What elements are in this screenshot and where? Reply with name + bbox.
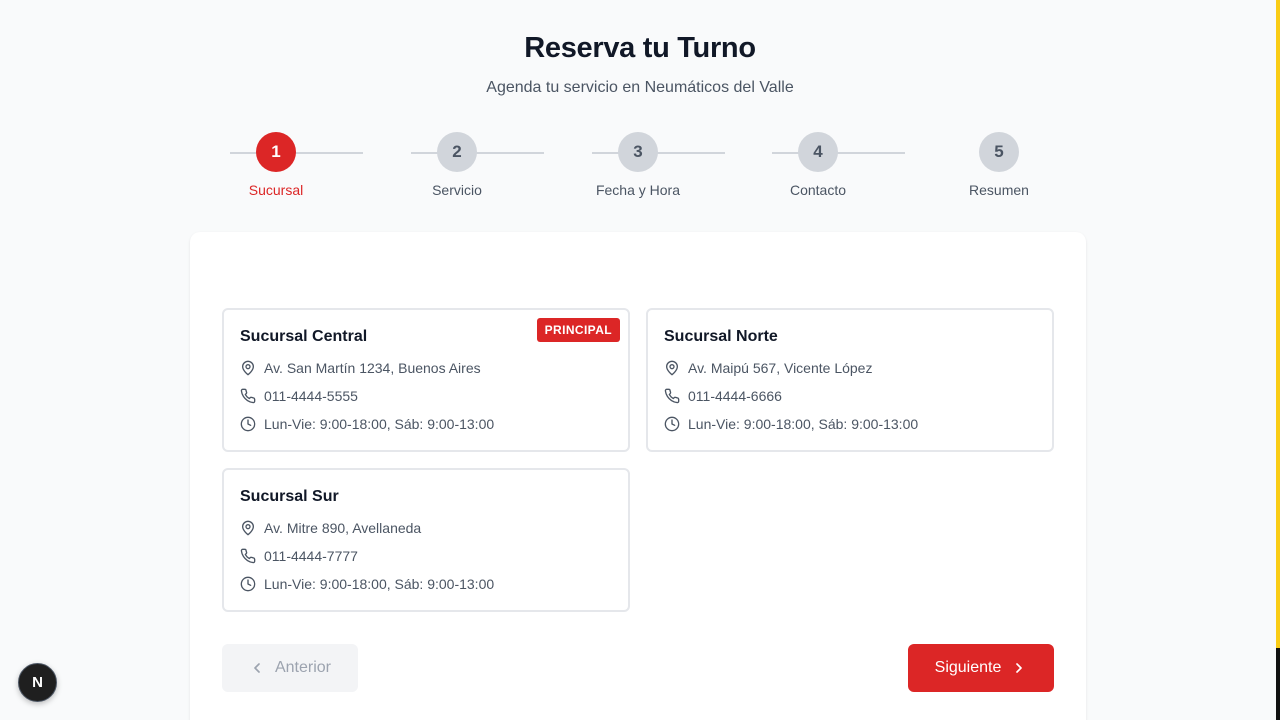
previous-button-label: Anterior xyxy=(274,659,332,676)
clock-icon xyxy=(240,416,256,432)
map-pin-icon xyxy=(242,520,254,536)
branch-hours: Lun-Vie: 9:00-18:00, Sáb: 9:00-13:00 xyxy=(688,416,919,432)
branch-card-sur[interactable]: Sucursal Sur Av. Mitre 890, Avellaneda 0… xyxy=(222,468,630,612)
branch-hours: Lun-Vie: 9:00-18:00, Sáb: 9:00-13:00 xyxy=(264,416,495,432)
step-number: 4 xyxy=(798,132,838,172)
step-connector xyxy=(592,152,725,154)
step-number: 1 xyxy=(256,132,296,172)
branch-phone-row: 011-4444-6666 xyxy=(664,387,782,405)
branch-name: Sucursal Sur xyxy=(240,488,339,505)
branch-hours-row: Lun-Vie: 9:00-18:00, Sáb: 9:00-13:00 xyxy=(664,415,918,433)
booking-stepper: 1 Sucursal 2 Servicio 3 Fecha y Hora 4 C… xyxy=(186,132,1090,202)
branch-phone-row: 011-4444-7777 xyxy=(240,547,358,565)
branch-card-central[interactable]: Sucursal Central PRINCIPAL Av. San Martí… xyxy=(222,308,630,452)
step-servicio[interactable]: 2 Servicio xyxy=(397,132,544,202)
branch-card-norte[interactable]: Sucursal Norte Av. Maipú 567, Vicente Ló… xyxy=(646,308,1054,452)
step-number: 3 xyxy=(618,132,658,172)
n-logo-icon: N xyxy=(32,674,43,691)
step-connector xyxy=(230,152,363,154)
branch-address-row: Av. San Martín 1234, Buenos Aires xyxy=(240,359,481,377)
right-edge-strip-dark xyxy=(1276,648,1280,720)
branch-address: Av. San Martín 1234, Buenos Aires xyxy=(264,360,481,376)
nextjs-dev-badge[interactable]: N xyxy=(18,663,57,702)
branch-hours-row: Lun-Vie: 9:00-18:00, Sáb: 9:00-13:00 xyxy=(240,415,494,433)
branch-address: Av. Maipú 567, Vicente López xyxy=(688,360,873,376)
previous-button[interactable]: Anterior xyxy=(222,644,358,692)
page-title: Reserva tu Turno xyxy=(524,32,756,64)
step-label: Sucursal xyxy=(248,182,304,198)
branch-hours-row: Lun-Vie: 9:00-18:00, Sáb: 9:00-13:00 xyxy=(240,575,494,593)
branch-address-row: Av. Maipú 567, Vicente López xyxy=(664,359,872,377)
branch-phone: 011-4444-6666 xyxy=(688,388,782,404)
branch-phone: 011-4444-5555 xyxy=(264,388,358,404)
branch-name: Sucursal Central xyxy=(240,328,368,345)
phone-icon xyxy=(664,388,680,404)
booking-panel: Sucursal Central PRINCIPAL Av. San Martí… xyxy=(190,232,1086,720)
branch-name: Sucursal Norte xyxy=(664,328,778,345)
phone-icon xyxy=(240,388,256,404)
step-label: Fecha y Hora xyxy=(595,182,681,198)
step-label: Contacto xyxy=(789,182,847,198)
branch-phone-row: 011-4444-5555 xyxy=(240,387,358,405)
principal-badge: PRINCIPAL xyxy=(536,318,620,342)
branch-phone: 011-4444-7777 xyxy=(264,548,358,564)
step-label: Resumen xyxy=(969,182,1029,198)
phone-icon xyxy=(240,548,256,564)
step-connector xyxy=(772,152,905,154)
chevron-right-icon xyxy=(1016,663,1023,673)
next-button-label: Siguiente xyxy=(934,659,1002,676)
page-subtitle: Agenda tu servicio en Neumáticos del Val… xyxy=(486,79,794,96)
next-button[interactable]: Siguiente xyxy=(908,644,1054,692)
step-sucursal[interactable]: 1 Sucursal xyxy=(216,132,363,202)
step-contacto[interactable]: 4 Contacto xyxy=(758,132,905,202)
step-fecha-hora[interactable]: 3 Fecha y Hora xyxy=(578,132,725,202)
clock-icon xyxy=(664,416,680,432)
step-number: 5 xyxy=(979,132,1019,172)
branch-address-row: Av. Mitre 890, Avellaneda xyxy=(240,519,421,537)
branch-address: Av. Mitre 890, Avellaneda xyxy=(264,520,422,536)
chevron-left-icon xyxy=(254,663,260,673)
step-resumen[interactable]: 5 Resumen xyxy=(939,132,1059,202)
branch-hours: Lun-Vie: 9:00-18:00, Sáb: 9:00-13:00 xyxy=(264,576,495,592)
right-edge-strip xyxy=(1276,0,1280,648)
clock-icon xyxy=(240,576,256,592)
step-label: Servicio xyxy=(432,182,482,198)
step-number: 2 xyxy=(437,132,477,172)
map-pin-icon xyxy=(242,360,254,376)
map-pin-icon xyxy=(666,360,678,376)
step-connector xyxy=(411,152,544,154)
